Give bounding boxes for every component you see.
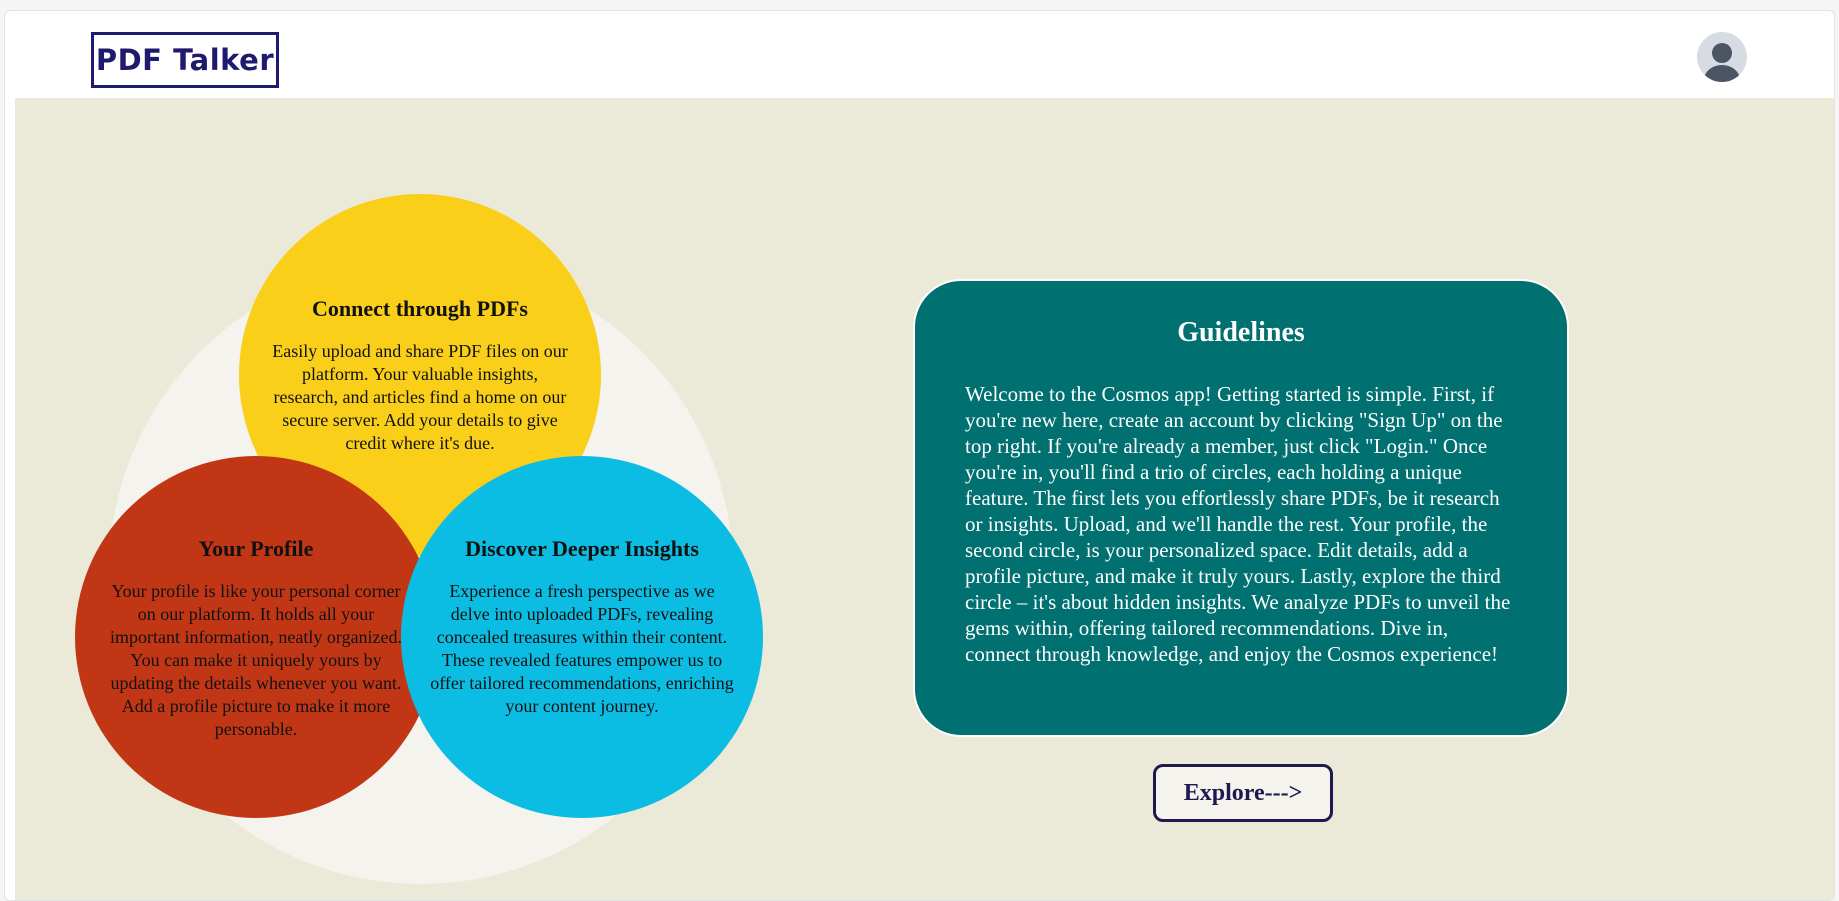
feature-title: Your Profile	[198, 536, 314, 561]
guidelines-text: Welcome to the Cosmos app! Getting start…	[965, 382, 1511, 666]
feature-text: Easily upload and share PDF files on our…	[272, 341, 568, 453]
feature-circle-profile[interactable]: Your Profile Your profile is like your p…	[75, 456, 437, 818]
avatar-body	[1704, 65, 1740, 82]
app-window: PDF Talker Connect through PDFs Easily u…	[4, 10, 1835, 901]
guidelines-title: Guidelines	[1177, 317, 1305, 348]
header: PDF Talker	[5, 11, 1834, 99]
feature-title: Discover Deeper Insights	[465, 536, 699, 561]
guidelines-card: Guidelines Welcome to the Cosmos app! Ge…	[913, 279, 1569, 737]
main-content: Connect through PDFs Easily upload and s…	[15, 98, 1834, 900]
feature-title: Connect through PDFs	[312, 296, 528, 321]
explore-button[interactable]: Explore--->	[1153, 764, 1333, 822]
feature-text: Experience a fresh perspective as we del…	[430, 581, 734, 716]
feature-text: Your profile is like your personal corne…	[109, 581, 403, 739]
user-avatar-icon[interactable]	[1697, 32, 1747, 82]
avatar-head	[1712, 43, 1732, 63]
logo[interactable]: PDF Talker	[91, 32, 279, 88]
feature-circle-insights[interactable]: Discover Deeper Insights Experience a fr…	[401, 456, 763, 818]
